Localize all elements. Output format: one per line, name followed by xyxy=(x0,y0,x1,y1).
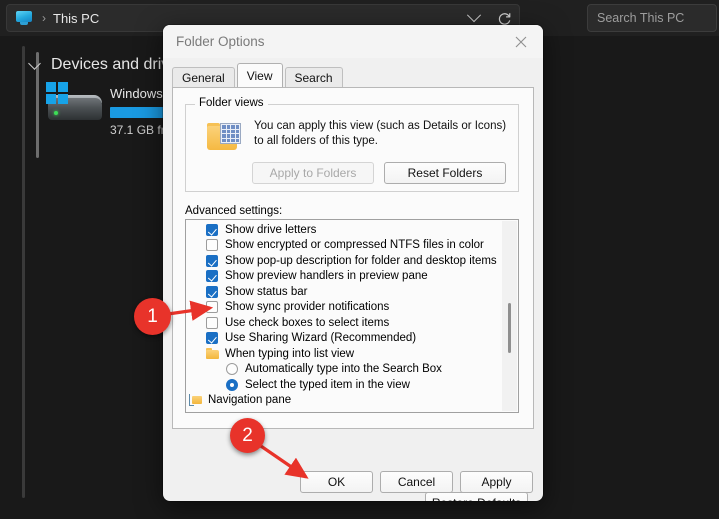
checkbox-icon[interactable] xyxy=(206,239,218,252)
advanced-setting-row[interactable]: Automatically type into the Search Box xyxy=(186,362,503,378)
apply-button[interactable]: Apply xyxy=(460,471,533,493)
checkbox-icon[interactable] xyxy=(206,301,218,314)
advanced-setting-label: Show drive letters xyxy=(225,223,317,236)
apply-to-folders-label: Apply to Folders xyxy=(269,166,357,180)
navigation-pane-icon xyxy=(189,394,202,407)
advanced-setting-label: Use Sharing Wizard (Recommended) xyxy=(225,332,417,345)
radio-icon[interactable] xyxy=(226,363,238,376)
advanced-setting-label: Show preview handlers in preview pane xyxy=(225,270,428,283)
advanced-setting-label: Show pop-up description for folder and d… xyxy=(225,254,497,267)
advanced-setting-label: Show status bar xyxy=(225,285,308,298)
advanced-setting-row[interactable]: Show pop-up description for folder and d… xyxy=(186,253,503,269)
advanced-setting-row[interactable]: Show sync provider notifications xyxy=(186,300,503,316)
advanced-setting-label: Navigation pane xyxy=(208,394,292,407)
annotation-marker-1: 1 xyxy=(134,298,171,335)
reset-folders-label: Reset Folders xyxy=(407,166,483,180)
this-pc-icon xyxy=(15,10,33,26)
advanced-setting-label: Show sync provider notifications xyxy=(225,301,390,314)
hard-drive-icon xyxy=(44,82,106,124)
folder-icon xyxy=(206,348,219,360)
advanced-setting-label: When typing into list view xyxy=(225,347,355,360)
breadcrumb-this-pc[interactable]: This PC xyxy=(53,11,99,26)
reset-folders-button[interactable]: Reset Folders xyxy=(384,162,506,184)
tab-general[interactable]: General xyxy=(172,67,235,87)
folder-views-legend: Folder views xyxy=(195,97,268,109)
ok-button[interactable]: OK xyxy=(300,471,373,493)
advanced-setting-row[interactable]: Show drive letters xyxy=(186,222,503,238)
radio-icon[interactable] xyxy=(226,378,238,391)
chevron-down-icon[interactable] xyxy=(28,56,41,70)
apply-label: Apply xyxy=(481,475,512,489)
checkbox-icon[interactable] xyxy=(206,223,218,236)
folder-views-description: You can apply this view (such as Details… xyxy=(254,120,507,147)
folder-views-group: Folder views You can apply this view (su… xyxy=(185,97,519,192)
advanced-setting-row[interactable]: Use check boxes to select items xyxy=(186,315,503,331)
dialog-title: Folder Options xyxy=(176,34,265,49)
checkbox-icon[interactable] xyxy=(206,285,218,298)
tab-view-label: View xyxy=(246,68,273,83)
checkbox-icon[interactable] xyxy=(206,316,218,329)
advanced-setting-row[interactable]: Show preview handlers in preview pane xyxy=(186,269,503,285)
annotation-marker-1-number: 1 xyxy=(147,305,158,327)
annotation-marker-2: 2 xyxy=(230,418,265,453)
advanced-setting-row[interactable]: Navigation pane xyxy=(186,393,503,409)
checkbox-icon[interactable] xyxy=(206,332,218,345)
advanced-setting-label: Use check boxes to select items xyxy=(225,316,390,329)
advanced-setting-label: Automatically type into the Search Box xyxy=(245,363,442,376)
annotation-marker-2-number: 2 xyxy=(242,424,253,446)
listbox-scrollbar-track[interactable] xyxy=(502,221,517,411)
advanced-settings-label: Advanced settings: xyxy=(185,205,283,217)
search-input[interactable]: Search This PC xyxy=(587,4,717,32)
dialog-tabs: General View Search xyxy=(172,63,534,87)
advanced-setting-label: Show encrypted or compressed NTFS files … xyxy=(225,239,484,252)
checkbox-icon[interactable] xyxy=(206,254,218,267)
dialog-footer: OK Cancel Apply xyxy=(163,461,543,501)
advanced-settings-listbox[interactable]: Show drive letters Show encrypted or comp… xyxy=(185,219,519,413)
advanced-setting-row[interactable]: Show status bar xyxy=(186,284,503,300)
folder-view-icon xyxy=(207,122,243,152)
advanced-setting-row[interactable]: Select the typed item in the view xyxy=(186,377,503,393)
advanced-setting-row[interactable]: Use Sharing Wizard (Recommended) xyxy=(186,331,503,347)
advanced-setting-label: Select the typed item in the view xyxy=(245,378,410,391)
search-placeholder: Search This PC xyxy=(597,11,685,25)
ok-label: OK xyxy=(327,475,346,489)
checkbox-icon[interactable] xyxy=(206,270,218,283)
cancel-label: Cancel xyxy=(397,475,436,489)
advanced-setting-row[interactable]: Show encrypted or compressed NTFS files … xyxy=(186,238,503,254)
folder-options-dialog: Folder Options General View Search Folde… xyxy=(163,25,543,501)
dialog-title-bar[interactable]: Folder Options xyxy=(163,25,543,58)
tab-view[interactable]: View xyxy=(236,63,283,87)
breadcrumb-separator: › xyxy=(42,11,46,25)
view-tab-panel: Folder views You can apply this view (su… xyxy=(172,87,534,501)
listbox-scrollbar-thumb[interactable] xyxy=(508,303,511,353)
apply-to-folders-button[interactable]: Apply to Folders xyxy=(252,162,374,184)
close-icon[interactable] xyxy=(499,25,543,58)
advanced-setting-row[interactable]: When typing into list view xyxy=(186,346,503,362)
tab-search[interactable]: Search xyxy=(284,67,343,87)
cancel-button[interactable]: Cancel xyxy=(380,471,453,493)
navigation-scrollbar-track[interactable] xyxy=(22,46,25,498)
windows-logo-icon xyxy=(46,82,68,104)
screenshot-root: › This PC Search This PC Devices and dri… xyxy=(0,0,719,519)
tab-search-label: Search xyxy=(294,70,333,85)
advanced-settings-items: Show drive letters Show encrypted or comp… xyxy=(186,222,503,408)
tab-general-label: General xyxy=(182,70,225,85)
